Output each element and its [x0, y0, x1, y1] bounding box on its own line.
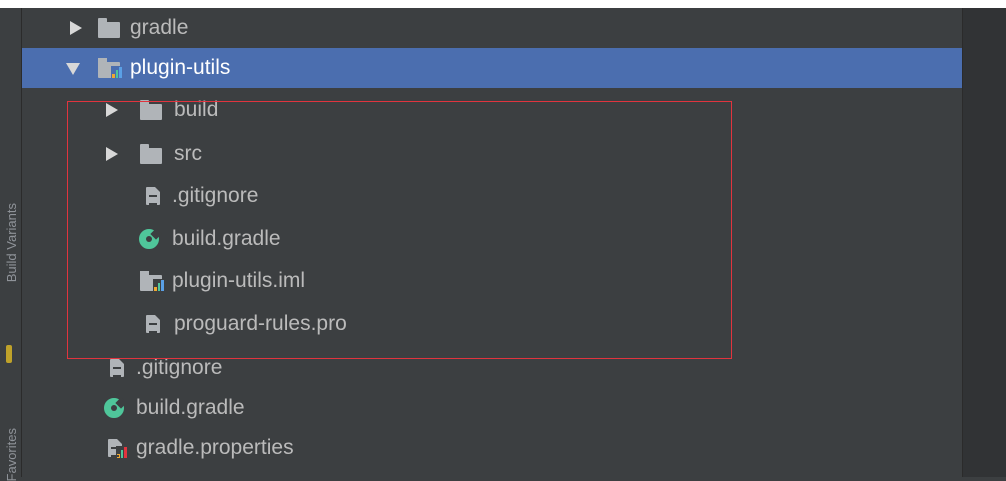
text-file-icon [146, 315, 160, 333]
module-folder-icon [98, 58, 123, 78]
collapse-arrow-icon[interactable] [66, 63, 80, 75]
tree-label: .gitignore [136, 356, 223, 379]
tree-label: plugin-utils.iml [172, 269, 306, 292]
scrollbar-gutter[interactable] [962, 8, 1006, 477]
left-tool-strip: Build Variants Favorites [0, 8, 22, 481]
tree-row-build-gradle[interactable]: build.gradle [22, 219, 962, 259]
folder-icon [140, 144, 162, 164]
properties-file-icon [108, 439, 128, 458]
tree-row-gradle-properties[interactable]: gradle.properties [22, 428, 962, 468]
tree-row-proguard-rules[interactable]: proguard-rules.pro [22, 304, 962, 344]
project-tree: gradle plugin-utils build src .gitignore… [22, 8, 962, 477]
expand-arrow-icon[interactable] [70, 21, 82, 35]
tree-row-gitignore[interactable]: .gitignore [22, 176, 962, 216]
tree-label: gradle [130, 16, 189, 39]
folder-icon [140, 100, 162, 120]
tree-label: proguard-rules.pro [174, 312, 347, 335]
tree-row-plugin-utils-iml[interactable]: plugin-utils.iml [22, 261, 962, 301]
tree-label: build.gradle [172, 227, 281, 250]
tree-row-plugin-utils[interactable]: plugin-utils [22, 48, 962, 88]
text-file-icon [110, 359, 124, 377]
tree-label: gradle.properties [136, 436, 294, 459]
build-variants-tab[interactable]: Build Variants [4, 203, 19, 282]
module-file-icon [140, 271, 165, 291]
tree-label: build [174, 98, 219, 121]
top-edge [0, 0, 1006, 8]
strip-marker-icon [6, 345, 12, 363]
tree-label: src [174, 142, 202, 165]
tree-row-gradle[interactable]: gradle [22, 8, 962, 48]
tree-row-build[interactable]: build [22, 90, 962, 130]
text-file-icon [146, 187, 160, 205]
expand-arrow-icon[interactable] [106, 147, 118, 161]
favorites-tab[interactable]: Favorites [4, 428, 19, 481]
folder-icon [98, 18, 120, 38]
tree-label: .gitignore [172, 184, 259, 207]
tree-label: plugin-utils [130, 56, 231, 79]
tree-row-src[interactable]: src [22, 134, 962, 174]
tree-row-gitignore[interactable]: .gitignore [22, 348, 962, 388]
expand-arrow-icon[interactable] [106, 103, 118, 117]
tree-row-build-gradle[interactable]: build.gradle [22, 388, 962, 428]
tree-label: build.gradle [136, 396, 245, 419]
gradle-icon [104, 398, 124, 418]
gradle-icon [139, 229, 159, 249]
